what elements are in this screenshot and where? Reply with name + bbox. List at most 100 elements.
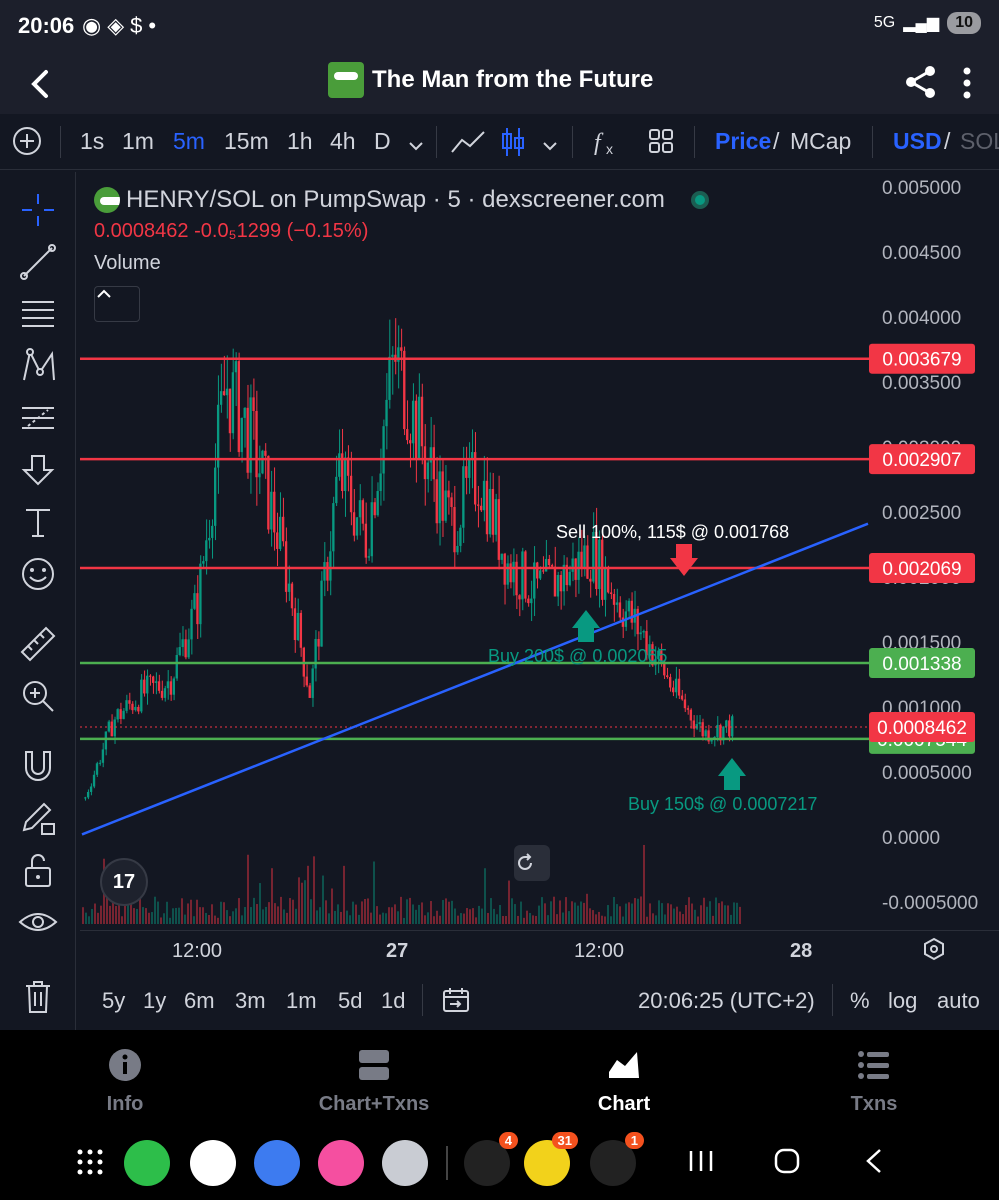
volume-bar xyxy=(85,912,87,924)
system-back-button[interactable] xyxy=(864,1148,884,1181)
volume-bar xyxy=(499,905,501,924)
interval-4h[interactable]: 4h xyxy=(330,128,356,155)
tradingview-app-icon[interactable]: 1 xyxy=(590,1132,644,1186)
messages-app-icon[interactable] xyxy=(254,1140,300,1186)
more-options-button[interactable] xyxy=(956,66,978,100)
collapse-legend-button[interactable] xyxy=(94,286,140,322)
volume-bar xyxy=(433,916,435,924)
candle-body xyxy=(411,400,415,444)
nav-chart-txns[interactable]: Chart+Txns xyxy=(249,1030,499,1126)
range-6m[interactable]: 6m xyxy=(184,988,215,1014)
camera-app-icon[interactable] xyxy=(382,1140,428,1186)
back-button[interactable] xyxy=(26,64,66,104)
nav-info[interactable]: Info xyxy=(0,1030,250,1126)
candles-button[interactable] xyxy=(500,126,526,164)
interval-d[interactable]: D xyxy=(374,128,391,155)
price-chart[interactable]: 0.0050000.0045000.0040000.0035000.003000… xyxy=(80,172,999,930)
interval-15m[interactable]: 15m xyxy=(224,128,269,155)
range-5d[interactable]: 5d xyxy=(338,988,362,1014)
candle-body xyxy=(214,467,217,526)
line-chart-button[interactable] xyxy=(450,128,486,162)
volume-bar xyxy=(241,915,243,924)
nav-txns[interactable]: Txns xyxy=(749,1030,999,1126)
pattern-tool[interactable] xyxy=(18,346,58,386)
clock-time[interactable]: 20:06:25 (UTC+2) xyxy=(638,988,815,1014)
share-button[interactable] xyxy=(904,64,938,105)
candle-body xyxy=(488,488,492,535)
app-drawer-button[interactable] xyxy=(76,1148,104,1183)
phone-app-icon[interactable] xyxy=(124,1140,170,1186)
home-button[interactable] xyxy=(774,1148,800,1181)
reset-chart-button[interactable] xyxy=(514,845,550,881)
recents-button[interactable] xyxy=(688,1148,714,1180)
candle-body xyxy=(689,709,693,721)
volume-bar xyxy=(553,896,555,924)
eye-icon xyxy=(18,913,58,931)
visibility-tool[interactable] xyxy=(18,902,58,942)
text-tool[interactable] xyxy=(18,502,58,542)
gallery-app-icon[interactable] xyxy=(318,1140,364,1186)
interval-1m[interactable]: 1m xyxy=(122,128,154,155)
nav-chart[interactable]: Chart xyxy=(499,1030,749,1126)
candle-body xyxy=(453,506,456,553)
magnet-tool[interactable] xyxy=(18,746,58,786)
emoji-tool[interactable] xyxy=(18,554,58,594)
chart-settings-button[interactable] xyxy=(922,937,946,968)
candle-body xyxy=(382,426,385,474)
measure-tool[interactable] xyxy=(18,624,58,664)
chart-type-dropdown[interactable] xyxy=(542,132,558,159)
price-toggle[interactable]: Price xyxy=(715,128,771,155)
volume-bar xyxy=(115,905,117,924)
recents-icon xyxy=(689,1151,713,1171)
range-1d[interactable]: 1d xyxy=(381,988,405,1014)
mcap-toggle[interactable]: MCap xyxy=(790,128,851,155)
sol-toggle[interactable]: SOL xyxy=(960,128,999,155)
volume-bar xyxy=(559,900,561,924)
volume-bar xyxy=(121,916,123,924)
volume-bar xyxy=(370,912,372,924)
range-1m[interactable]: 1m xyxy=(286,988,317,1014)
chart-area[interactable]: 0.0050000.0045000.0040000.0035000.003000… xyxy=(80,172,999,930)
usd-toggle[interactable]: USD xyxy=(893,128,942,155)
log-toggle[interactable]: log xyxy=(888,988,917,1014)
volume-bar xyxy=(280,896,282,924)
range-3m[interactable]: 3m xyxy=(235,988,266,1014)
tradingview-logo[interactable]: 17 xyxy=(100,858,148,906)
dollar-app-icon[interactable]: 31 xyxy=(524,1132,578,1186)
volume-bar xyxy=(508,880,510,924)
percent-toggle[interactable]: % xyxy=(850,988,870,1014)
interval-1h[interactable]: 1h xyxy=(287,128,313,155)
range-5y[interactable]: 5y xyxy=(102,988,125,1014)
candle-body xyxy=(317,638,320,647)
volume-bar xyxy=(133,908,135,924)
delete-drawings-tool[interactable] xyxy=(18,976,58,1016)
indicators-button[interactable]: fx xyxy=(592,126,622,164)
auto-toggle[interactable]: auto xyxy=(937,988,980,1014)
layouts-button[interactable] xyxy=(648,128,674,160)
add-symbol-button[interactable] xyxy=(12,126,42,162)
range-1y[interactable]: 1y xyxy=(143,988,166,1014)
crosshair-tool[interactable] xyxy=(18,190,58,230)
volume-bar xyxy=(532,915,534,924)
forecast-tool[interactable] xyxy=(18,398,58,438)
interval-5m[interactable]: 5m xyxy=(173,128,205,155)
fib-tool[interactable] xyxy=(18,294,58,334)
plus-circle-icon xyxy=(13,127,41,155)
bird-app-icon[interactable]: 4 xyxy=(464,1132,518,1186)
volume-bar xyxy=(286,912,288,924)
interval-dropdown[interactable] xyxy=(408,132,424,159)
volume-bar xyxy=(550,901,552,924)
arrow-tool[interactable] xyxy=(18,450,58,490)
candle-body xyxy=(255,410,258,478)
google-app-icon[interactable] xyxy=(190,1140,236,1186)
interval-1s[interactable]: 1s xyxy=(80,128,104,155)
trend-line-tool[interactable] xyxy=(18,242,58,282)
volume-bar xyxy=(490,898,492,924)
volume-bar xyxy=(586,893,588,924)
zoom-tool[interactable] xyxy=(18,676,58,716)
magnet-icon xyxy=(25,751,51,781)
goto-date-button[interactable] xyxy=(442,986,470,1020)
draw-lock-tool[interactable] xyxy=(18,798,58,838)
volume-bar xyxy=(457,915,459,924)
lock-tool[interactable] xyxy=(18,850,58,890)
